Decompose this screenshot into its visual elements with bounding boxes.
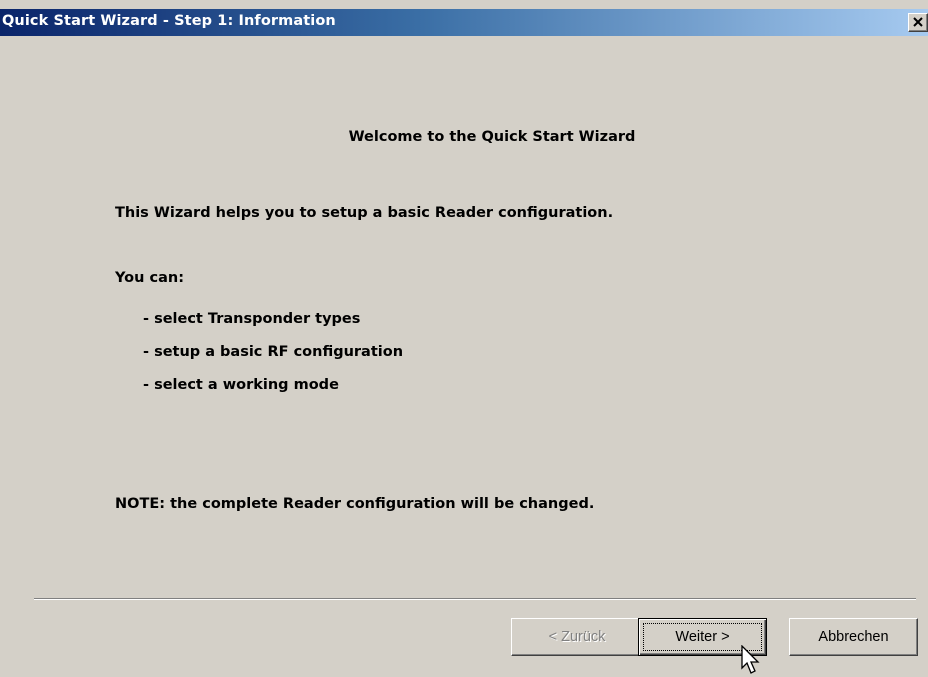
title-bar[interactable]: Quick Start Wizard - Step 1: Information xyxy=(0,9,928,36)
close-button[interactable] xyxy=(908,13,928,32)
list-item: - select Transponder types xyxy=(143,311,361,327)
separator xyxy=(34,598,916,600)
wizard-window: Quick Start Wizard - Step 1: Information… xyxy=(0,0,928,677)
you-can-label: You can: xyxy=(115,270,185,286)
close-icon xyxy=(913,17,923,27)
window-title: Quick Start Wizard - Step 1: Information xyxy=(2,13,336,29)
list-item: - select a working mode xyxy=(143,377,339,393)
wizard-heading: Welcome to the Quick Start Wizard xyxy=(348,129,636,145)
list-item: - setup a basic RF configuration xyxy=(143,344,404,360)
intro-text: This Wizard helps you to setup a basic R… xyxy=(115,205,614,221)
back-button[interactable]: < Zurück xyxy=(511,618,643,656)
cancel-button[interactable]: Abbrechen xyxy=(789,618,918,656)
next-button[interactable]: Weiter > xyxy=(638,618,767,656)
note-text: NOTE: the complete Reader configuration … xyxy=(115,496,595,512)
next-button-label: Weiter > xyxy=(675,629,730,645)
